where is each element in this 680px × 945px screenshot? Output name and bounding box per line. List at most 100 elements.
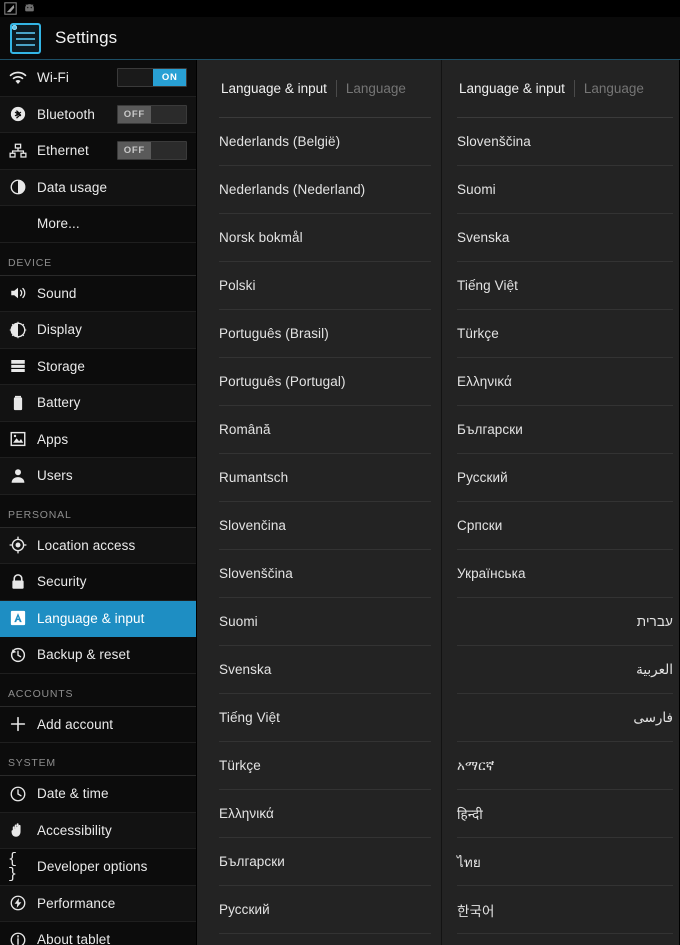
list-item[interactable]: Suomi <box>457 166 673 214</box>
list-item[interactable]: עברית <box>457 598 673 646</box>
list-item[interactable]: Português (Brasil) <box>219 310 431 358</box>
sidebar-item-display[interactable]: Display <box>0 312 196 349</box>
sidebar-item-location-access[interactable]: Location access <box>0 527 196 564</box>
list-item[interactable]: Tiếng Việt <box>457 262 673 310</box>
sidebar-item-backup-reset[interactable]: Backup & reset <box>0 637 196 674</box>
list-item[interactable]: Slovenščina <box>457 118 673 166</box>
language-list-panel-middle[interactable]: Language & input Language Nederlands (Be… <box>197 60 442 945</box>
bluetooth-icon <box>8 104 28 124</box>
list-item[interactable]: Română <box>219 406 431 454</box>
list-item[interactable]: हिन्दी <box>457 790 673 838</box>
sidebar-section-header: DEVICE <box>0 242 196 276</box>
list-item[interactable]: Polski <box>219 262 431 310</box>
list-item[interactable]: Ελληνικά <box>457 358 673 406</box>
performance-icon <box>8 893 28 913</box>
sidebar-item-data-usage[interactable]: Data usage <box>0 169 196 206</box>
list-item[interactable]: Norsk bokmål <box>219 214 431 262</box>
list-item[interactable]: Nederlands (Nederland) <box>219 166 431 214</box>
list-item[interactable]: Українська <box>457 550 673 598</box>
sidebar-item-label: Display <box>37 322 82 338</box>
sidebar-item-add-account[interactable]: Add account <box>0 706 196 743</box>
lock-icon <box>8 572 28 592</box>
wifi-icon <box>8 68 28 88</box>
list-item[interactable]: Türkçe <box>457 310 673 358</box>
list-item[interactable]: فارسی <box>457 694 673 742</box>
sound-icon <box>8 283 28 303</box>
list-item[interactable]: Русский <box>219 886 431 934</box>
breadcrumb-primary[interactable]: Language & input <box>221 81 327 96</box>
list-item[interactable]: 한국어 <box>457 886 673 934</box>
ethernet-icon <box>8 141 28 161</box>
sidebar-item-wi-fi[interactable]: Wi-Fi ON <box>0 60 196 97</box>
list-item[interactable]: Српски <box>457 502 673 550</box>
sidebar-section-header: PERSONAL <box>0 494 196 528</box>
sidebar-item-label: Wi-Fi <box>37 70 69 86</box>
language-list-panel-right[interactable]: Language & input Language Slovenščina Suo… <box>442 60 679 945</box>
sidebar-item-label: Backup & reset <box>37 647 130 663</box>
sidebar-item-apps[interactable]: Apps <box>0 421 196 458</box>
sidebar-item-label: Developer options <box>37 859 148 875</box>
sidebar-item-label: Language & input <box>37 610 145 626</box>
hand-icon <box>8 820 28 840</box>
list-item[interactable]: Svenska <box>457 214 673 262</box>
sidebar-item-label: Storage <box>37 358 85 374</box>
toggle-ethernet[interactable]: OFF <box>117 141 187 161</box>
sidebar-item-storage[interactable]: Storage <box>0 348 196 385</box>
settings-sidebar[interactable]: Wi-Fi ON Bluetooth OFF Ethernet OFF Data usage… <box>0 60 197 945</box>
action-bar: Settings <box>0 17 680 60</box>
list-item[interactable]: Rumantsch <box>219 454 431 502</box>
braces-icon: { } <box>8 850 18 883</box>
sidebar-item-security[interactable]: Security <box>0 564 196 601</box>
sidebar-item-about-tablet[interactable]: About tablet <box>0 922 196 945</box>
sidebar-section-header: ACCOUNTS <box>0 673 196 707</box>
sidebar-item-label: About tablet <box>37 932 111 945</box>
list-item[interactable]: Svenska <box>219 646 431 694</box>
sidebar-item-battery[interactable]: Battery <box>0 385 196 422</box>
sidebar-item-language-input[interactable]: Language & input <box>0 600 196 637</box>
breadcrumb-primary[interactable]: Language & input <box>459 81 565 96</box>
clock-icon <box>8 784 28 804</box>
sidebar-item-developer-options[interactable]: { } Developer options <box>0 849 196 886</box>
sidebar-section-header: SYSTEM <box>0 743 196 776</box>
toggle-wi-fi[interactable]: ON <box>117 68 187 88</box>
sidebar-item-label: Apps <box>37 431 69 447</box>
info-icon <box>8 930 28 945</box>
list-item[interactable]: العربية <box>457 646 673 694</box>
sidebar-item-ethernet[interactable]: Ethernet OFF <box>0 133 196 170</box>
list-item[interactable]: Suomi <box>219 598 431 646</box>
list-item[interactable]: Slovenščina <box>219 550 431 598</box>
sidebar-item-users[interactable]: Users <box>0 458 196 495</box>
sidebar-item-label: Sound <box>37 285 77 301</box>
sidebar-item-sound[interactable]: Sound <box>0 275 196 312</box>
settings-sliders-icon[interactable] <box>10 22 41 54</box>
backup-reset-icon <box>8 645 28 665</box>
sidebar-item-accessibility[interactable]: Accessibility <box>0 812 196 849</box>
toggle-state-label: OFF <box>118 142 151 160</box>
list-item[interactable]: Nederlands (België) <box>219 118 431 166</box>
sidebar-item-more[interactable]: More... <box>0 206 196 243</box>
breadcrumb: Language & input Language <box>442 60 679 117</box>
sidebar-item-performance[interactable]: Performance <box>0 885 196 922</box>
breadcrumb-separator <box>335 80 337 97</box>
language-list[interactable]: Slovenščina Suomi Svenska Tiếng Việt Türkçe Ε… <box>457 117 673 934</box>
sidebar-item-label: Data usage <box>37 179 108 195</box>
sidebar-item-label: Users <box>37 468 73 484</box>
list-item[interactable]: አማርኛ <box>457 742 673 790</box>
list-item[interactable]: Български <box>457 406 673 454</box>
sidebar-item-label: Accessibility <box>37 822 112 838</box>
sidebar-item-date-time[interactable]: Date & time <box>0 776 196 813</box>
sidebar-item-bluetooth[interactable]: Bluetooth OFF <box>0 96 196 133</box>
list-item[interactable]: Tiếng Việt <box>219 694 431 742</box>
list-item[interactable]: Русский <box>457 454 673 502</box>
list-item[interactable]: Português (Portugal) <box>219 358 431 406</box>
list-item[interactable]: Български <box>219 838 431 886</box>
android-debug-icon <box>25 4 34 12</box>
sidebar-item-label: Performance <box>37 895 116 911</box>
language-list[interactable]: Nederlands (België) Nederlands (Nederland… <box>219 117 431 934</box>
list-item[interactable]: Türkçe <box>219 742 431 790</box>
toggle-bluetooth[interactable]: OFF <box>117 104 187 124</box>
plus-icon <box>8 714 28 734</box>
list-item[interactable]: Ελληνικά <box>219 790 431 838</box>
list-item[interactable]: Slovenčina <box>219 502 431 550</box>
list-item[interactable]: ไทย <box>457 838 673 886</box>
